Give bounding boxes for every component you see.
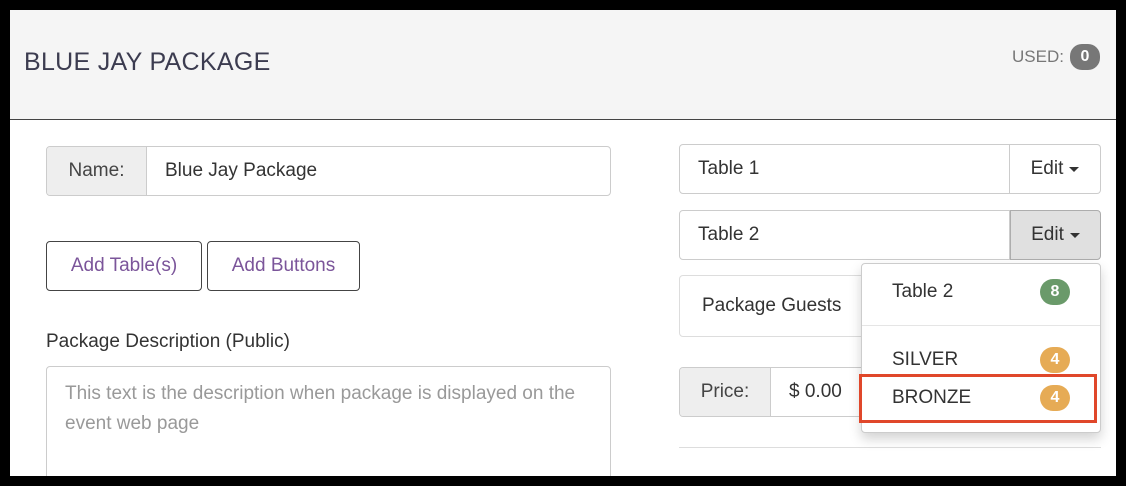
divider [679, 447, 1101, 448]
edit-label: Edit [1031, 224, 1064, 245]
edit-dropdown-button[interactable]: Edit [1010, 210, 1101, 260]
dropdown-item-label: Table 2 [892, 281, 954, 302]
add-buttons-button[interactable]: Add Buttons [207, 241, 360, 291]
description-label: Package Description (Public) [46, 331, 290, 352]
dropdown-item-label: SILVER [892, 349, 959, 370]
count-badge: 8 [1040, 279, 1070, 305]
caret-down-icon [1069, 232, 1080, 238]
highlight-box [859, 374, 1097, 423]
table-row: Table 2 Edit [679, 210, 1101, 260]
package-title: BLUE JAY PACKAGE [24, 48, 271, 76]
package-guests-label: Package Guests [702, 295, 842, 316]
panel-header: BLUE JAY PACKAGE USED: 0 [10, 10, 1116, 120]
used-count-badge: 0 [1070, 44, 1100, 70]
description-textarea[interactable]: This text is the description when packag… [46, 366, 611, 476]
price-label: Price: [680, 368, 771, 416]
package-panel: BLUE JAY PACKAGE USED: 0 Name: Blue Jay … [10, 10, 1116, 476]
dropdown-divider [862, 325, 1100, 326]
dropdown-item-table-2[interactable]: Table 2 8 [862, 272, 1100, 312]
name-label: Name: [47, 147, 147, 195]
add-tables-button[interactable]: Add Table(s) [46, 241, 202, 291]
used-label: USED: [1012, 47, 1064, 66]
table-name-field[interactable]: Table 1 [679, 144, 1010, 194]
edit-dropdown-button[interactable]: Edit [1010, 144, 1101, 194]
used-indicator: USED: 0 [1012, 44, 1100, 70]
table-name-field[interactable]: Table 2 [679, 210, 1010, 260]
edit-label: Edit [1030, 158, 1064, 179]
count-badge: 4 [1040, 347, 1070, 373]
name-field[interactable]: Blue Jay Package [147, 147, 610, 195]
table-row: Table 1 Edit [679, 144, 1101, 194]
caret-down-icon [1069, 166, 1080, 172]
name-input-group: Name: Blue Jay Package [46, 146, 611, 196]
